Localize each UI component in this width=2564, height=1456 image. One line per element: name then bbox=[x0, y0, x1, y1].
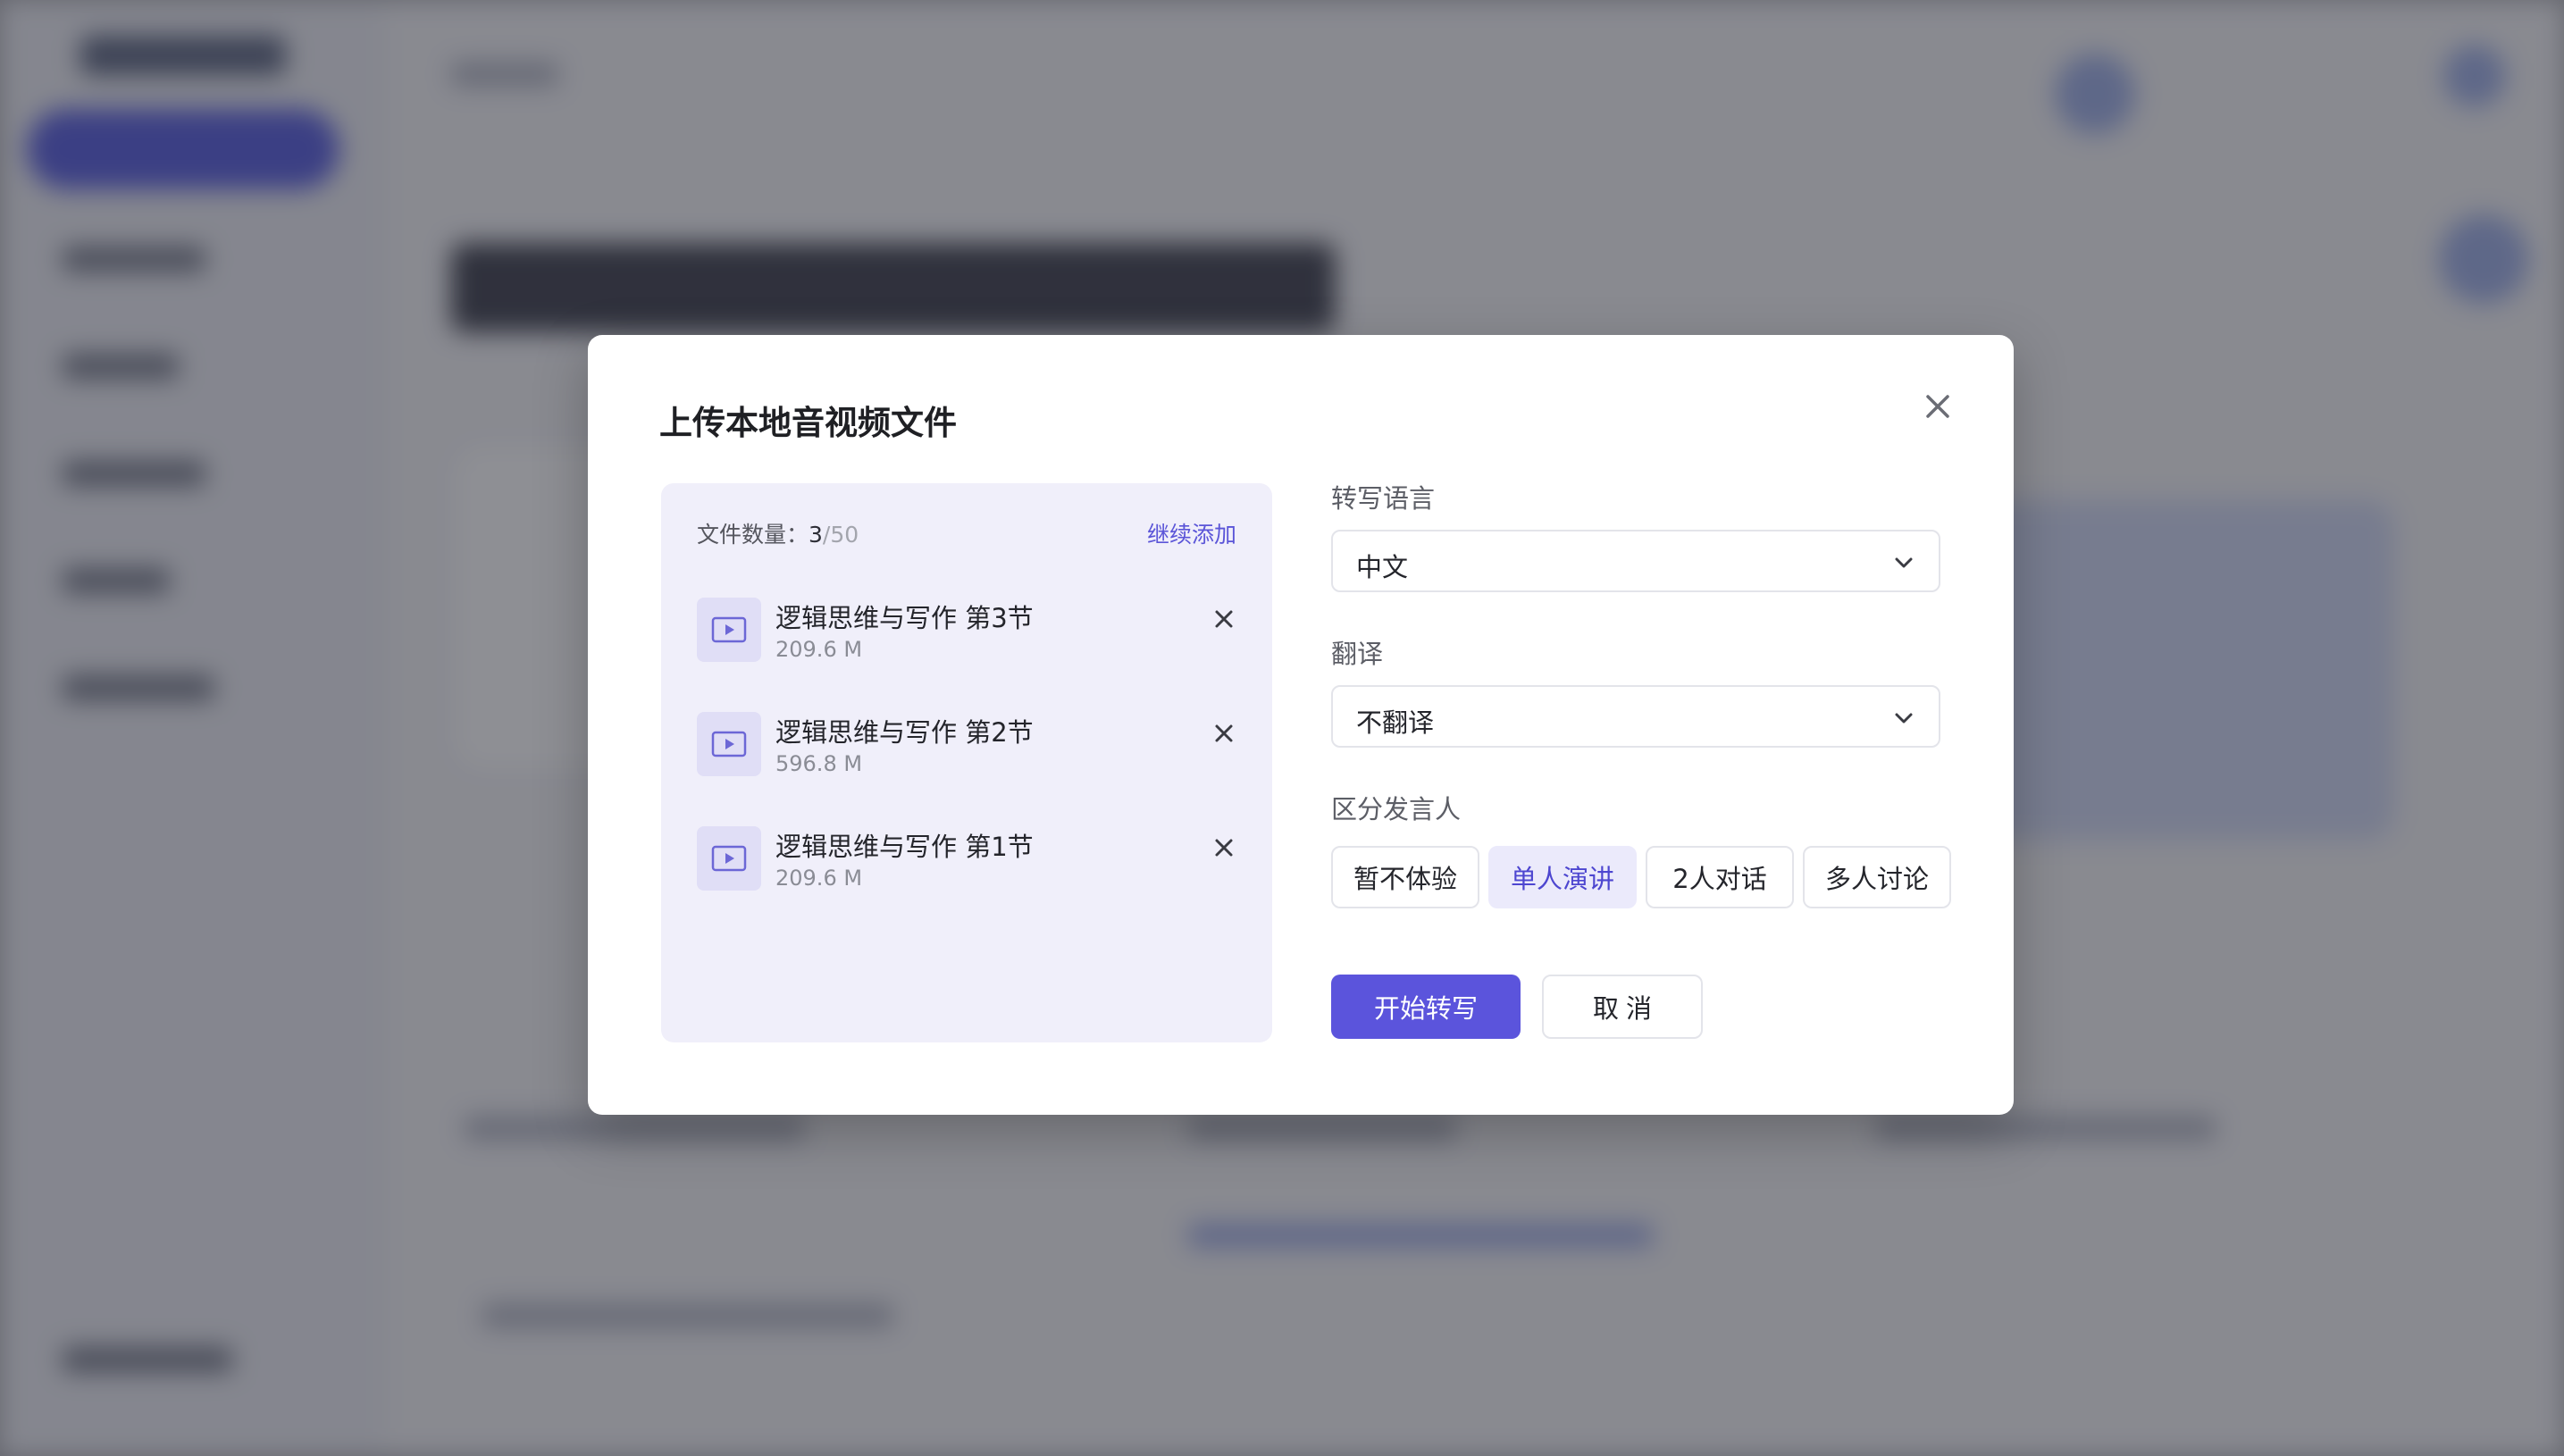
remove-file-button[interactable] bbox=[1206, 601, 1242, 637]
video-file-icon bbox=[697, 598, 761, 662]
upload-modal: 上传本地音视频文件 文件数量：3/50 继续添加 逻辑思维与写作 第3节 209… bbox=[588, 335, 2014, 1115]
close-icon bbox=[1215, 839, 1233, 857]
modal-title: 上传本地音视频文件 bbox=[659, 404, 957, 442]
file-item: 逻辑思维与写作 第2节 596.8 M bbox=[697, 708, 1242, 776]
remove-file-button[interactable] bbox=[1206, 715, 1242, 751]
transcribe-language-select[interactable]: 中文 bbox=[1331, 530, 1940, 592]
file-size: 596.8 M bbox=[775, 751, 863, 776]
file-name: 逻辑思维与写作 第1节 bbox=[775, 832, 1034, 862]
video-file-icon bbox=[697, 712, 761, 776]
translate-select[interactable]: 不翻译 bbox=[1331, 685, 1940, 748]
transcribe-language-value: 中文 bbox=[1356, 552, 1409, 582]
file-name: 逻辑思维与写作 第2节 bbox=[775, 717, 1034, 748]
file-count-current: 3 bbox=[809, 522, 823, 548]
speaker-option-two[interactable]: 2人对话 bbox=[1646, 846, 1794, 908]
file-count-label: 文件数量： bbox=[697, 522, 809, 548]
file-name: 逻辑思维与写作 第3节 bbox=[775, 603, 1034, 633]
translate-label: 翻译 bbox=[1331, 639, 1384, 669]
file-item: 逻辑思维与写作 第1节 209.6 M bbox=[697, 823, 1242, 891]
remove-file-button[interactable] bbox=[1206, 830, 1242, 866]
file-item: 逻辑思维与写作 第3节 209.6 M bbox=[697, 594, 1242, 662]
close-icon bbox=[1215, 724, 1233, 742]
speaker-label: 区分发言人 bbox=[1331, 794, 1462, 824]
chevron-down-icon bbox=[1895, 713, 1913, 724]
file-size: 209.6 M bbox=[775, 637, 863, 662]
close-button[interactable] bbox=[1915, 384, 1960, 429]
file-count-max: /50 bbox=[822, 522, 859, 548]
close-icon bbox=[1926, 395, 1949, 418]
page: 上传本地音视频文件 文件数量：3/50 继续添加 逻辑思维与写作 第3节 209… bbox=[0, 0, 2564, 1456]
speaker-option-multi[interactable]: 多人讨论 bbox=[1803, 846, 1951, 908]
start-transcribe-button[interactable]: 开始转写 bbox=[1331, 975, 1521, 1039]
file-size: 209.6 M bbox=[775, 866, 863, 891]
close-icon bbox=[1215, 610, 1233, 628]
speaker-option-none[interactable]: 暂不体验 bbox=[1331, 846, 1479, 908]
speaker-option-single[interactable]: 单人演讲 bbox=[1488, 846, 1637, 908]
file-count: 文件数量：3/50 bbox=[697, 517, 859, 549]
chevron-down-icon bbox=[1895, 557, 1913, 568]
add-more-link[interactable]: 继续添加 bbox=[1147, 517, 1236, 549]
cancel-button[interactable]: 取 消 bbox=[1542, 975, 1703, 1039]
file-list-panel: 文件数量：3/50 继续添加 逻辑思维与写作 第3节 209.6 M 逻辑思维与… bbox=[661, 483, 1272, 1042]
transcribe-language-label: 转写语言 bbox=[1331, 483, 1436, 514]
translate-value: 不翻译 bbox=[1356, 707, 1435, 738]
speaker-options: 暂不体验 单人演讲 2人对话 多人讨论 bbox=[1331, 846, 1951, 908]
video-file-icon bbox=[697, 826, 761, 891]
